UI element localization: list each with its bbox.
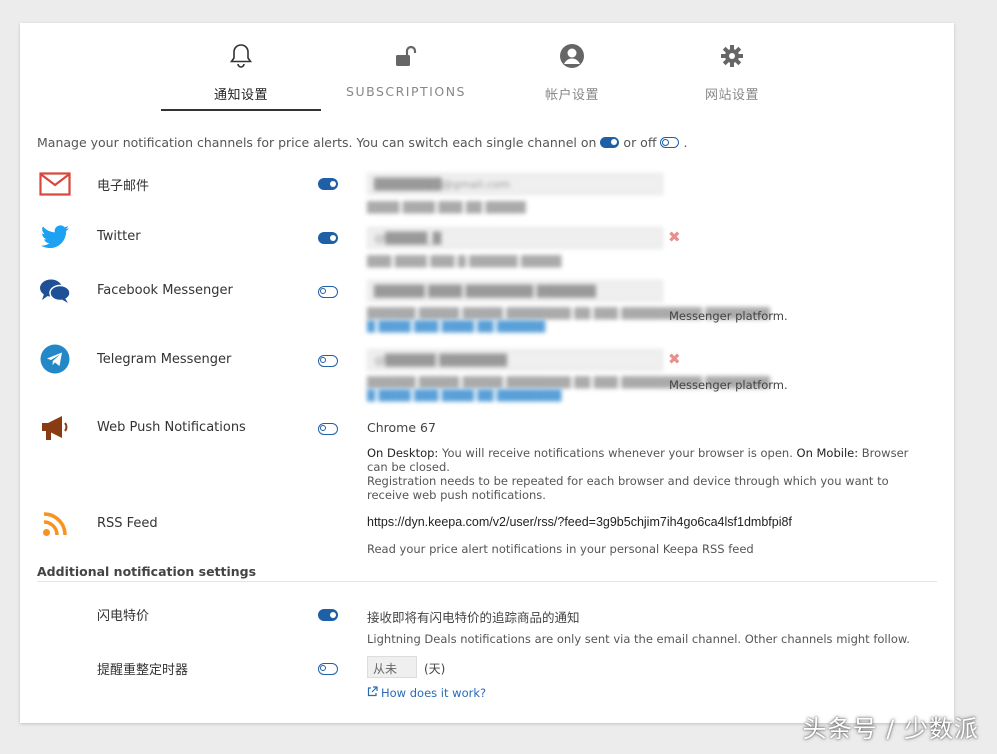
- reminder-days-input[interactable]: 从未: [367, 656, 417, 678]
- gear-icon: [652, 43, 812, 71]
- facebook-note-tail: Messenger platform.: [669, 309, 788, 323]
- twitter-field[interactable]: @█████_█: [367, 227, 663, 249]
- telegram-icon: [38, 342, 72, 376]
- telegram-field[interactable]: @██████ ████████: [367, 349, 663, 371]
- email-note-blurred: ████ ████ ███ ██ █████: [367, 202, 526, 214]
- channel-label-twitter: Twitter: [97, 229, 141, 244]
- watermark: 头条号 / 少数派: [802, 715, 979, 743]
- intro-text: Manage your notification channels for pr…: [37, 135, 687, 150]
- chat-bubbles-icon: [38, 274, 72, 308]
- toggle-on-sample-icon: [600, 137, 620, 148]
- tab-subscriptions[interactable]: SUBSCRIPTIONS: [326, 23, 486, 111]
- mobile-label: On Mobile:: [796, 446, 859, 460]
- mail-icon: [38, 167, 72, 201]
- bell-icon: [161, 43, 321, 71]
- webpush-info: On Desktop: You will receive notificatio…: [367, 446, 927, 502]
- how-does-it-work-link[interactable]: How does it work?: [367, 686, 486, 700]
- telegram-note-tail: Messenger platform.: [669, 378, 788, 392]
- reminder-days-unit: (天): [424, 662, 446, 676]
- tab-website-settings[interactable]: 网站设置: [652, 23, 812, 111]
- intro-period: .: [683, 135, 688, 150]
- twitter-toggle[interactable]: [318, 232, 338, 244]
- notification-settings-panel: 通知设置 SUBSCRIPTIONS 帐户设置 网站设置 Manage your…: [20, 23, 954, 723]
- how-link-text: How does it work?: [381, 686, 487, 700]
- twitter-icon: [38, 220, 72, 254]
- webpush-browser: Chrome 67: [367, 420, 436, 435]
- lightning-deals-note: Lightning Deals notifications are only s…: [367, 632, 910, 646]
- channel-label-webpush: Web Push Notifications: [97, 420, 246, 435]
- tab-label: 帐户设置: [544, 88, 599, 103]
- additional-settings-title: Additional notification settings: [37, 564, 257, 579]
- tab-label: 网站设置: [704, 88, 759, 103]
- unlock-icon: [326, 43, 486, 71]
- desktop-text: You will receive notifications whenever …: [441, 446, 793, 460]
- tab-account-settings[interactable]: 帐户设置: [492, 23, 652, 111]
- facebook-toggle[interactable]: [318, 286, 338, 298]
- lightning-deals-label: 闪电特价: [97, 609, 150, 624]
- external-link-icon: [367, 686, 378, 700]
- twitter-remove-icon[interactable]: ✖: [668, 228, 681, 246]
- rss-url[interactable]: https://dyn.keepa.com/v2/user/rss/?feed=…: [367, 515, 792, 529]
- tab-notification-settings[interactable]: 通知设置: [161, 23, 321, 111]
- intro-or-off: or off: [623, 135, 657, 150]
- channel-label-facebook: Facebook Messenger: [97, 283, 233, 298]
- channel-label-rss: RSS Feed: [97, 516, 158, 531]
- registration-text: Registration needs to be repeated for ea…: [367, 474, 889, 502]
- email-field[interactable]: ████████@gmail.com: [367, 173, 663, 195]
- section-divider: [37, 581, 937, 582]
- reminder-timer-label: 提醒重整定时器: [97, 663, 189, 678]
- facebook-link-blurred[interactable]: █ ████ ███ ████ ██ ██████: [367, 321, 545, 333]
- desktop-label: On Desktop:: [367, 446, 439, 460]
- telegram-remove-icon[interactable]: ✖: [668, 350, 681, 368]
- reminder-timer-toggle[interactable]: [318, 663, 338, 675]
- user-circle-icon: [492, 43, 652, 71]
- lightning-deals-text: 接收即将有闪电特价的追踪商品的通知: [367, 610, 580, 625]
- telegram-toggle[interactable]: [318, 355, 338, 367]
- intro-sentence: Manage your notification channels for pr…: [37, 135, 597, 150]
- rss-icon: [38, 507, 72, 541]
- toggle-off-sample-icon: [660, 137, 680, 148]
- channel-label-email: 电子邮件: [97, 179, 150, 194]
- email-toggle[interactable]: [318, 178, 338, 190]
- rss-note: Read your price alert notifications in y…: [367, 542, 754, 556]
- channel-label-telegram: Telegram Messenger: [97, 352, 232, 367]
- lightning-deals-toggle[interactable]: [318, 609, 338, 621]
- megaphone-icon: [38, 411, 72, 445]
- tab-label: SUBSCRIPTIONS: [346, 84, 466, 99]
- webpush-toggle[interactable]: [318, 423, 338, 435]
- twitter-note-blurred: ███ ████ ███ █ ██████ █████: [367, 256, 562, 268]
- facebook-connect-field[interactable]: ██████ ████ ████████ ███████: [367, 280, 663, 302]
- tab-label: 通知设置: [213, 88, 268, 103]
- telegram-link-blurred[interactable]: █ ████ ███ ████ ██ ████████: [367, 390, 561, 402]
